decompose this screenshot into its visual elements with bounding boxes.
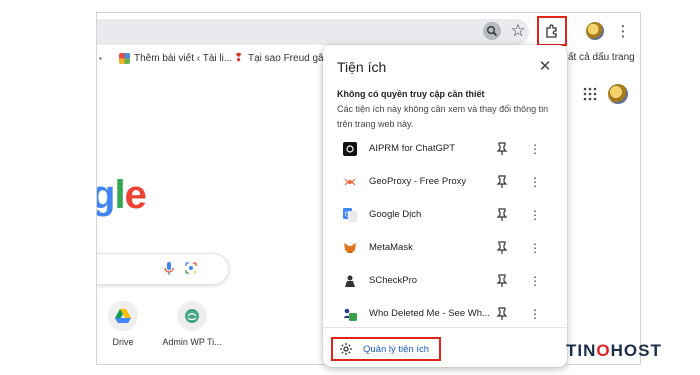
address-bar[interactable]: [97, 19, 529, 45]
more-options-icon[interactable]: ⋮: [529, 141, 541, 157]
browser-menu-icon[interactable]: ⋮: [615, 22, 631, 40]
more-options-icon[interactable]: ⋮: [529, 240, 541, 256]
extension-row[interactable]: G Google Dịch ⋮: [323, 199, 567, 232]
drive-icon: [108, 301, 138, 331]
toolbar: ☆ ⋮: [97, 13, 640, 49]
shortcut-tile[interactable]: Drive: [97, 301, 153, 347]
extensions-button[interactable]: [537, 16, 567, 46]
pin-icon[interactable]: [495, 142, 509, 156]
bookmark-star-icon[interactable]: ☆: [508, 21, 528, 41]
geoproxy-icon: [343, 175, 357, 189]
bookmark-label: Tại sao Freud gây: [248, 53, 329, 64]
gear-icon: [340, 343, 352, 355]
shortcut-label: Drive: [112, 337, 134, 347]
google-translate-icon: G: [343, 208, 357, 222]
popup-title: Tiện ích: [337, 59, 387, 75]
aiprm-icon: [343, 142, 357, 156]
manage-extensions-button[interactable]: Quản lý tiện ích: [331, 337, 441, 361]
page-profile-avatar[interactable]: [608, 84, 628, 104]
search-box[interactable]: [97, 253, 229, 285]
site-favicon-icon: [119, 53, 130, 64]
close-icon[interactable]: ✕: [537, 58, 553, 75]
bookmark-separator: [99, 57, 102, 60]
wordpress-icon: [177, 301, 207, 331]
extension-name: MetaMask: [369, 242, 413, 253]
bookmark-label: Thêm bài viết ‹ Tài li...: [134, 53, 233, 64]
pin-icon[interactable]: [495, 307, 509, 321]
all-bookmarks-link[interactable]: ất cả dấu trang: [568, 52, 635, 63]
watermark-part: O: [596, 341, 611, 360]
metamask-icon: [343, 241, 357, 255]
more-options-icon[interactable]: ⋮: [529, 207, 541, 223]
more-options-icon[interactable]: ⋮: [529, 306, 541, 322]
scheckpro-icon: [343, 274, 357, 288]
apps-grid-icon[interactable]: [583, 87, 597, 101]
pin-icon[interactable]: [495, 175, 509, 189]
tinohost-watermark: TINOHOST: [566, 341, 662, 361]
extension-row[interactable]: GeoProxy - Free Proxy ⋮: [323, 166, 567, 199]
more-options-icon[interactable]: ⋮: [529, 174, 541, 190]
puzzle-icon: [546, 24, 557, 38]
section-title: Không có quyền truy cập cần thiết: [337, 89, 485, 99]
extension-name: AIPRM for ChatGPT: [369, 143, 456, 154]
watermark-part: TIN: [566, 341, 597, 360]
extension-row[interactable]: SCheckPro ⋮: [323, 265, 567, 298]
shortcut-label: Admin WP Ti...: [162, 337, 222, 347]
shortcut-tile[interactable]: Admin WP Ti...: [162, 301, 222, 347]
profile-avatar[interactable]: [586, 22, 604, 40]
svg-text:G: G: [345, 211, 350, 219]
divider: [323, 327, 567, 328]
section-description: Các tiện ích này không cần xem và thay đ…: [337, 104, 549, 129]
pin-icon[interactable]: [495, 241, 509, 255]
extension-row[interactable]: MetaMask ⋮: [323, 232, 567, 265]
extensions-popup: Tiện ích ✕ Không có quyền truy cập cần t…: [323, 45, 567, 367]
manage-extensions-label: Quản lý tiện ích: [363, 343, 430, 355]
microphone-icon[interactable]: [164, 262, 174, 276]
google-logo: gle: [97, 173, 147, 217]
pin-icon[interactable]: [495, 208, 509, 222]
bookmark-item[interactable]: Thêm bài viết ‹ Tài li...: [119, 53, 232, 64]
who-deleted-me-icon: [343, 307, 357, 321]
bookmark-item[interactable]: ❢ Tại sao Freud gây: [234, 52, 329, 65]
watermark-part: HOST: [610, 341, 662, 360]
extension-row[interactable]: AIPRM for ChatGPT ⋮: [323, 133, 567, 166]
extension-name: Google Dịch: [369, 209, 422, 220]
zoom-icon[interactable]: [483, 22, 501, 40]
google-lens-icon[interactable]: [185, 262, 197, 274]
pin-icon[interactable]: [495, 274, 509, 288]
map-pin-favicon-icon: ❢: [234, 52, 244, 64]
extension-name: SCheckPro: [369, 275, 418, 286]
extension-name: GeoProxy - Free Proxy: [369, 176, 467, 187]
more-options-icon[interactable]: ⋮: [529, 273, 541, 289]
extension-name: Who Deleted Me - See Wh...: [369, 308, 490, 319]
